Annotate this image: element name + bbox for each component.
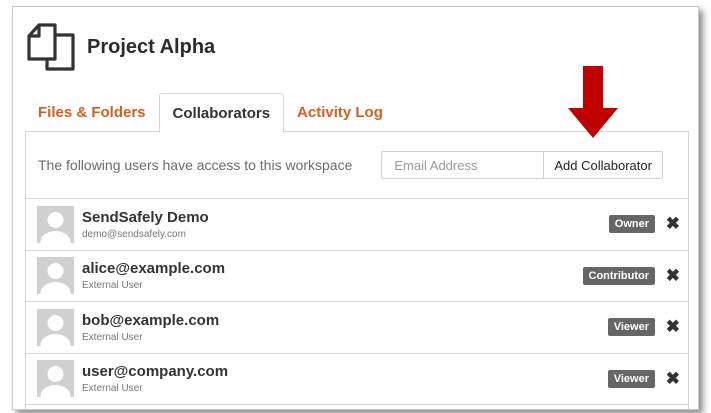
avatar (37, 360, 74, 398)
user-row: alice@example.com External User Contribu… (26, 251, 688, 302)
page-title: Project Alpha (87, 35, 216, 58)
user-subtitle: External User (82, 331, 143, 343)
email-input[interactable] (381, 151, 545, 179)
user-subtitle: External User (82, 280, 143, 292)
role-badge: Owner (608, 215, 655, 234)
user-row: SendSafely Demo demo@sendsafely.com Owne… (26, 199, 688, 251)
user-row: bob@example.com External User Viewer ✖ (26, 302, 688, 354)
tab-collaborators[interactable]: Collaborators (158, 93, 285, 133)
collaborators-panel: The following users have access to this … (25, 131, 689, 409)
access-description: The following users have access to this … (38, 157, 353, 173)
user-name: SendSafely Demo (82, 208, 209, 226)
role-badge: Viewer (607, 369, 655, 388)
user-name: alice@example.com (82, 260, 226, 278)
avatar (37, 205, 74, 243)
user-row: user@company.com External User Viewer ✖ (26, 354, 688, 405)
header: Project Alpha (25, 21, 215, 73)
role-badge: Viewer (607, 318, 655, 337)
add-collaborator-button[interactable]: Add Collaborator (544, 151, 663, 179)
user-subtitle: demo@sendsafely.com (82, 228, 186, 240)
tab-files-folders[interactable]: Files & Folders (25, 93, 159, 133)
arrow-down-icon (568, 66, 618, 138)
user-name: bob@example.com (82, 311, 220, 329)
document-copy-icon (27, 23, 75, 71)
user-subtitle: External User (82, 383, 143, 395)
remove-icon[interactable]: ✖ (666, 214, 680, 234)
role-badge: Contributor (582, 266, 655, 285)
tab-activity-log[interactable]: Activity Log (284, 93, 396, 133)
avatar (37, 257, 74, 295)
remove-icon[interactable]: ✖ (666, 266, 680, 286)
user-name: user@company.com (82, 363, 229, 381)
avatar (37, 308, 74, 346)
add-collaborator-bar: The following users have access to this … (26, 132, 688, 199)
remove-icon[interactable]: ✖ (666, 369, 680, 389)
remove-icon[interactable]: ✖ (666, 317, 680, 337)
tab-bar: Files & Folders Collaborators Activity L… (25, 93, 396, 133)
